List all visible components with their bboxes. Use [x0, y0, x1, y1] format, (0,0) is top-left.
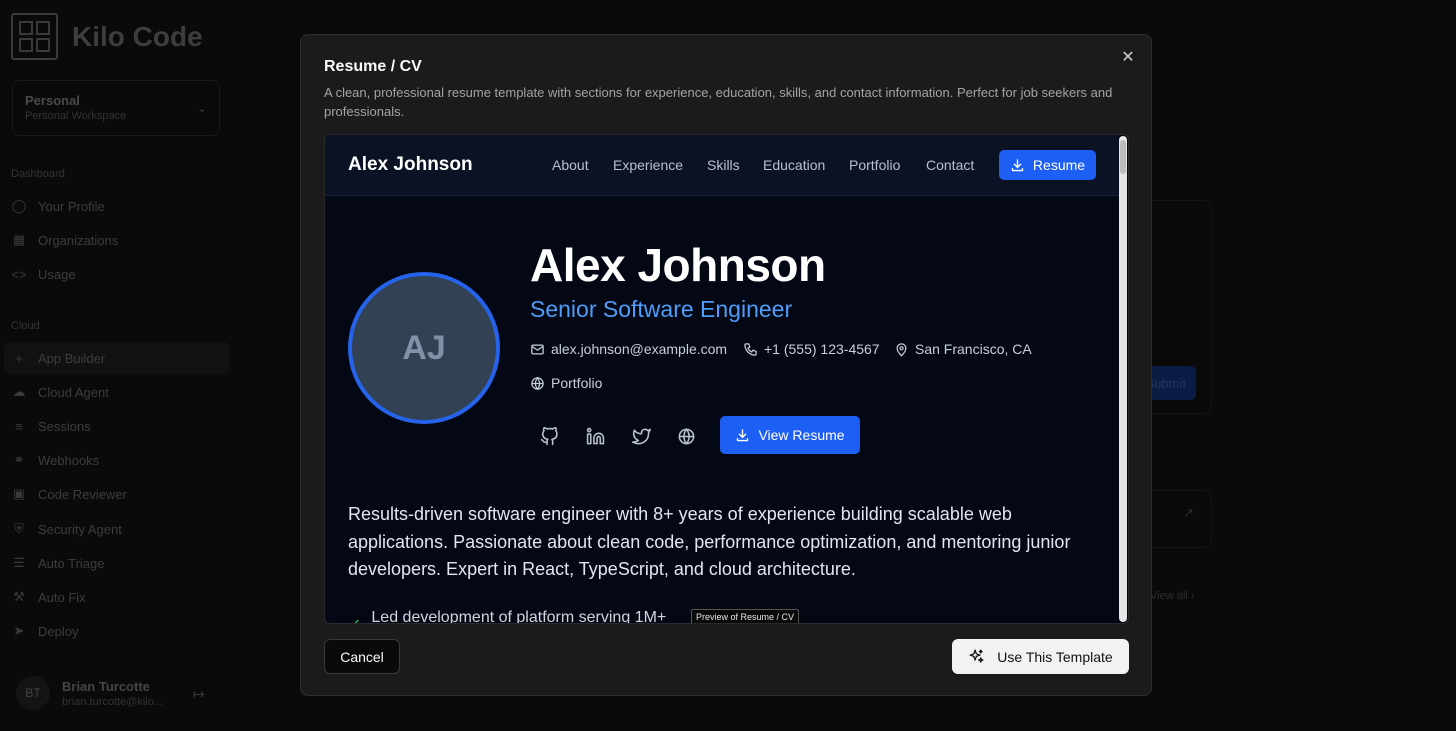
sidebar-item-security-agent[interactable]: ⛨ Security Agent [11, 519, 122, 539]
twitter-icon[interactable] [630, 425, 652, 447]
user-name: Brian Turcotte [62, 678, 150, 694]
sidebar-item-your-profile[interactable]: ◯ Your Profile [11, 196, 105, 216]
preview-nav-skills[interactable]: Skills [707, 157, 740, 173]
brand-name: Kilo Code [72, 20, 203, 52]
workspace-name: Personal [25, 93, 80, 108]
dialog-description: A clean, professional resume template wi… [324, 85, 1113, 119]
code-icon: <> [11, 266, 27, 282]
preview-scrollbar[interactable] [1119, 136, 1127, 622]
use-template-button[interactable]: Use This Template [952, 639, 1129, 674]
bot-icon: ▣ [12, 486, 26, 501]
rocket-icon: ➤ [13, 623, 25, 638]
user-email: brian.turcotte@kilo... [62, 695, 164, 708]
webhook-icon: ⚭ [13, 452, 25, 467]
sidebar-item-code-reviewer[interactable]: ▣ Code Reviewer [11, 484, 127, 504]
preview-tooltip: Preview of Resume / CV [691, 609, 800, 623]
map-pin-icon [894, 342, 909, 357]
sidebar-item-auto-fix[interactable]: ⚒ Auto Fix [11, 587, 86, 607]
preview-nav-experience[interactable]: Experience [613, 157, 683, 173]
preview-nav-contact[interactable]: Contact [926, 157, 974, 173]
scrollbar-thumb[interactable] [1120, 140, 1126, 174]
template-preview-dialog: Resume / CV A clean, professional resume… [300, 34, 1152, 696]
preview-location: San Francisco, CA [894, 341, 1032, 357]
wrench-icon: ⚒ [13, 589, 25, 604]
view-all-link: View all › [1150, 590, 1195, 602]
checklist-icon: ☰ [13, 555, 25, 570]
section-label-cloud: Cloud [11, 320, 40, 332]
workspace-switcher[interactable]: Personal Personal Workspace ⌄ [12, 80, 220, 136]
dialog-title: Resume / CV [324, 58, 422, 75]
preview-summary: Results-driven software engineer with 8+… [348, 504, 1071, 579]
sidebar-item-auto-triage[interactable]: ☰ Auto Triage [11, 553, 104, 573]
workspace-subtitle: Personal Workspace [25, 110, 127, 122]
download-icon [1011, 158, 1024, 171]
cloud-icon: ☁ [12, 384, 26, 399]
user-menu[interactable]: BT Brian Turcotte brian.turcotte@kilo... [16, 676, 163, 710]
preview-name: Alex Johnson [530, 239, 826, 291]
preview-nav-portfolio[interactable]: Portfolio [849, 157, 900, 173]
avatar: BT [16, 676, 50, 710]
preview-portfolio-link[interactable]: Portfolio [530, 375, 602, 391]
preview-highlight-item: ✓ Led development of platform serving 1M… [348, 609, 666, 623]
section-label-dashboard: Dashboard [11, 168, 65, 180]
sidebar-item-deploy[interactable]: ➤ Deploy [11, 621, 79, 641]
preview-nav-about[interactable]: About [552, 157, 589, 173]
preview-role: Senior Software Engineer [530, 296, 793, 322]
linkedin-icon[interactable] [584, 425, 606, 447]
sidebar-item-sessions[interactable]: ≡ Sessions [11, 416, 91, 436]
preview-phone[interactable]: +1 (555) 123-4567 [743, 341, 880, 357]
sidebar: Kilo Code Personal Personal Workspace ⌄ … [0, 0, 232, 731]
preview-avatar: AJ [348, 272, 500, 424]
sparkles-icon [969, 649, 984, 663]
preview-resume-button[interactable]: Resume [999, 150, 1096, 180]
website-globe-icon[interactable] [675, 425, 697, 447]
cancel-button[interactable]: Cancel [324, 639, 400, 674]
logout-icon[interactable]: ↦ [193, 686, 205, 703]
shield-icon: ⛨ [14, 521, 24, 536]
preview-navbar: Alex Johnson About Experience Skills Edu… [325, 135, 1119, 196]
external-link-icon: ↗ [1183, 505, 1194, 520]
preview-email[interactable]: alex.johnson@example.com [530, 341, 727, 357]
mail-icon [530, 342, 545, 357]
view-resume-button[interactable]: View Resume [720, 416, 860, 454]
kilo-logo-icon [11, 13, 58, 60]
download-icon [737, 428, 749, 441]
user-icon: ◯ [11, 198, 27, 213]
github-icon[interactable] [538, 425, 560, 447]
chevron-down-icon: ⌄ [196, 101, 207, 115]
preview-nav-education[interactable]: Education [763, 157, 825, 173]
check-circle-icon: ✓ [348, 615, 361, 623]
preview-brand[interactable]: Alex Johnson [348, 154, 473, 176]
phone-icon [743, 342, 758, 357]
sidebar-item-webhooks[interactable]: ⚭ Webhooks [11, 450, 100, 470]
globe-icon [530, 376, 545, 391]
sidebar-item-app-builder[interactable]: + App Builder [4, 342, 230, 374]
template-preview-frame[interactable]: Alex Johnson About Experience Skills Edu… [324, 134, 1129, 624]
plus-icon: + [15, 350, 23, 366]
building-icon: ▦ [12, 232, 26, 247]
close-icon[interactable]: ✕ [1119, 49, 1137, 67]
sidebar-item-organizations[interactable]: ▦ Organizations [11, 230, 118, 250]
logo: Kilo Code [11, 13, 203, 60]
list-icon: ≡ [15, 418, 23, 434]
sidebar-item-usage[interactable]: <> Usage [11, 264, 75, 284]
sidebar-item-cloud-agent[interactable]: ☁ Cloud Agent [11, 382, 109, 402]
